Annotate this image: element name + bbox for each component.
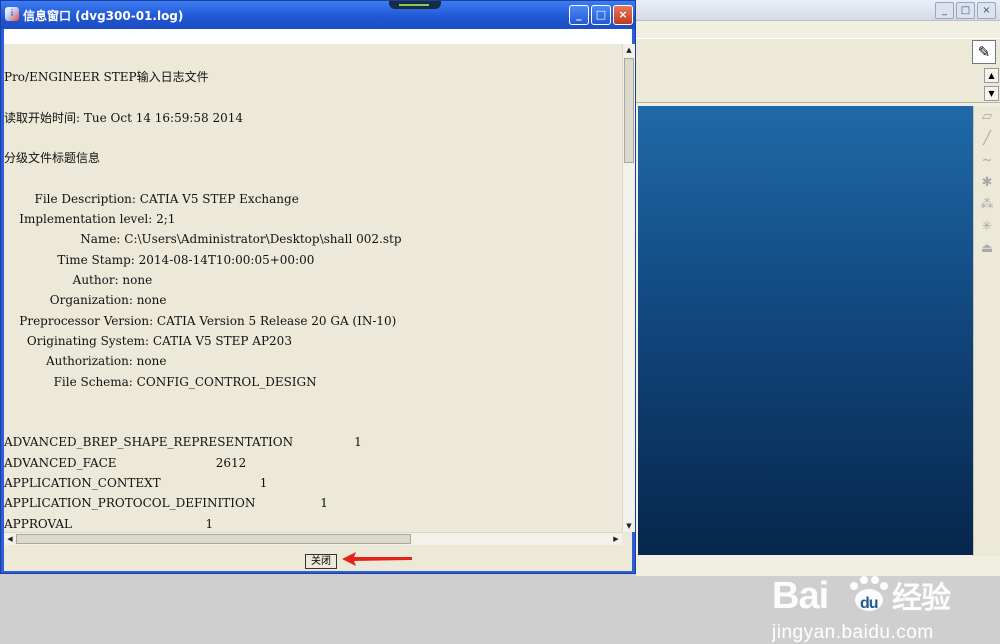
close-button[interactable]: 关闭 — [305, 554, 337, 569]
minimize-icon[interactable]: _ — [935, 2, 954, 19]
log-line: 分级文件标题信息 — [4, 151, 101, 165]
plane-icon[interactable]: ▱ — [974, 106, 1000, 128]
analysis-icon[interactable]: ⏏ — [974, 238, 1000, 260]
spin-down-icon[interactable]: ▼ — [984, 86, 999, 101]
log-line: File Schema: CONFIG_CONTROL_DESIGN — [4, 375, 317, 389]
vertical-scroll-thumb[interactable] — [624, 58, 634, 163]
minimize-icon[interactable]: _ — [569, 5, 589, 25]
curve-icon[interactable]: ∼ — [974, 150, 1000, 172]
baidu-logo-graphic: Bai du 经验 — [772, 575, 952, 616]
log-line: APPLICATION_PROTOCOL_DEFINITION 1 — [4, 496, 328, 510]
scroll-left-icon[interactable]: ◀ — [4, 533, 16, 545]
horizontal-scrollbar[interactable]: ◀ ▶ — [4, 532, 622, 545]
scroll-down-icon[interactable]: ▼ — [623, 520, 635, 532]
log-line: Authorization: none — [4, 354, 167, 368]
red-arrow-annotation — [342, 552, 412, 566]
log-line: File Description: CATIA V5 STEP Exchange — [4, 192, 299, 206]
log-line: Pro/ENGINEER STEP输入日志文件 — [4, 70, 209, 84]
top-strip — [4, 29, 632, 44]
log-line: Preprocessor Version: CATIA Version 5 Re… — [4, 314, 397, 328]
maximize-icon[interactable]: □ — [591, 5, 611, 25]
window-title: 信息窗口 (dvg300-01.log) — [23, 9, 184, 23]
datum-icon[interactable]: ✳ — [974, 216, 1000, 238]
log-line: APPLICATION_CONTEXT 1 — [4, 476, 268, 490]
log-line: Author: none — [4, 273, 153, 287]
background-app-window: _ □ × ✎ ▲ ▼ Bai du 经验 jingyan.baidu.com … — [636, 0, 1000, 643]
background-titlebar: _ □ × — [636, 0, 1000, 21]
info-window-titlebar[interactable]: i 信息窗口 (dvg300-01.log) _ □ × — [1, 1, 635, 29]
log-line: Time Stamp: 2014-08-14T10:00:05+00:00 — [4, 253, 315, 267]
right-toolbar: ▱ ╱ ∼ ✱ ⁂ ✳ ⏏ — [973, 106, 1000, 556]
graphics-viewport[interactable]: Bai du 经验 jingyan.baidu.com — [638, 106, 973, 643]
info-window-client: Pro/ENGINEER STEP输入日志文件 读取开始时间: Tue Oct … — [4, 29, 635, 571]
log-line: 读取开始时间: Tue Oct 14 16:59:58 2014 — [4, 111, 244, 125]
baidu-logo: Bai du 经验 — [772, 572, 1000, 616]
window-icon: i — [5, 7, 19, 21]
background-toolbar-2: ▲ ▼ — [636, 66, 1000, 103]
log-line: ADVANCED_FACE 2612 — [4, 456, 247, 470]
csys-icon[interactable]: ⁂ — [974, 194, 1000, 216]
drag-handle[interactable] — [389, 1, 441, 9]
background-toolbar — [636, 38, 1000, 68]
scroll-right-icon[interactable]: ▶ — [610, 533, 622, 545]
log-line: Originating System: CATIA V5 STEP AP203 — [4, 334, 292, 348]
point-icon[interactable]: ✱ — [974, 172, 1000, 194]
axis-icon[interactable]: ╱ — [974, 128, 1000, 150]
info-window: i 信息窗口 (dvg300-01.log) _ □ × Pro/ENGINEE… — [0, 0, 636, 574]
maximize-icon[interactable]: □ — [956, 2, 975, 19]
log-text-area[interactable]: Pro/ENGINEER STEP输入日志文件 读取开始时间: Tue Oct … — [4, 44, 622, 532]
log-line: Name: C:\Users\Administrator\Desktop\sha… — [4, 232, 402, 246]
spin-up-icon[interactable]: ▲ — [984, 68, 999, 83]
close-icon[interactable]: × — [613, 5, 633, 25]
vertical-scrollbar[interactable]: ▲ ▼ — [622, 44, 635, 532]
scroll-up-icon[interactable]: ▲ — [623, 44, 635, 56]
close-icon[interactable]: × — [977, 2, 996, 19]
sketch-pen-icon[interactable]: ✎ — [972, 40, 996, 64]
log-line: Organization: none — [4, 293, 167, 307]
log-line: APPROVAL 1 — [4, 517, 214, 531]
log-line: Implementation level: 2;1 — [4, 212, 176, 226]
svg-text:Bai: Bai — [772, 575, 828, 616]
svg-text:du: du — [860, 595, 878, 612]
baidu-watermark: Bai du 经验 jingyan.baidu.com — [772, 572, 1000, 644]
svg-text:经验: 经验 — [892, 581, 951, 616]
watermark-url: jingyan.baidu.com — [772, 622, 934, 643]
horizontal-scroll-thumb[interactable] — [16, 534, 411, 544]
log-line: ADVANCED_BREP_SHAPE_REPRESENTATION 1 — [4, 435, 362, 449]
